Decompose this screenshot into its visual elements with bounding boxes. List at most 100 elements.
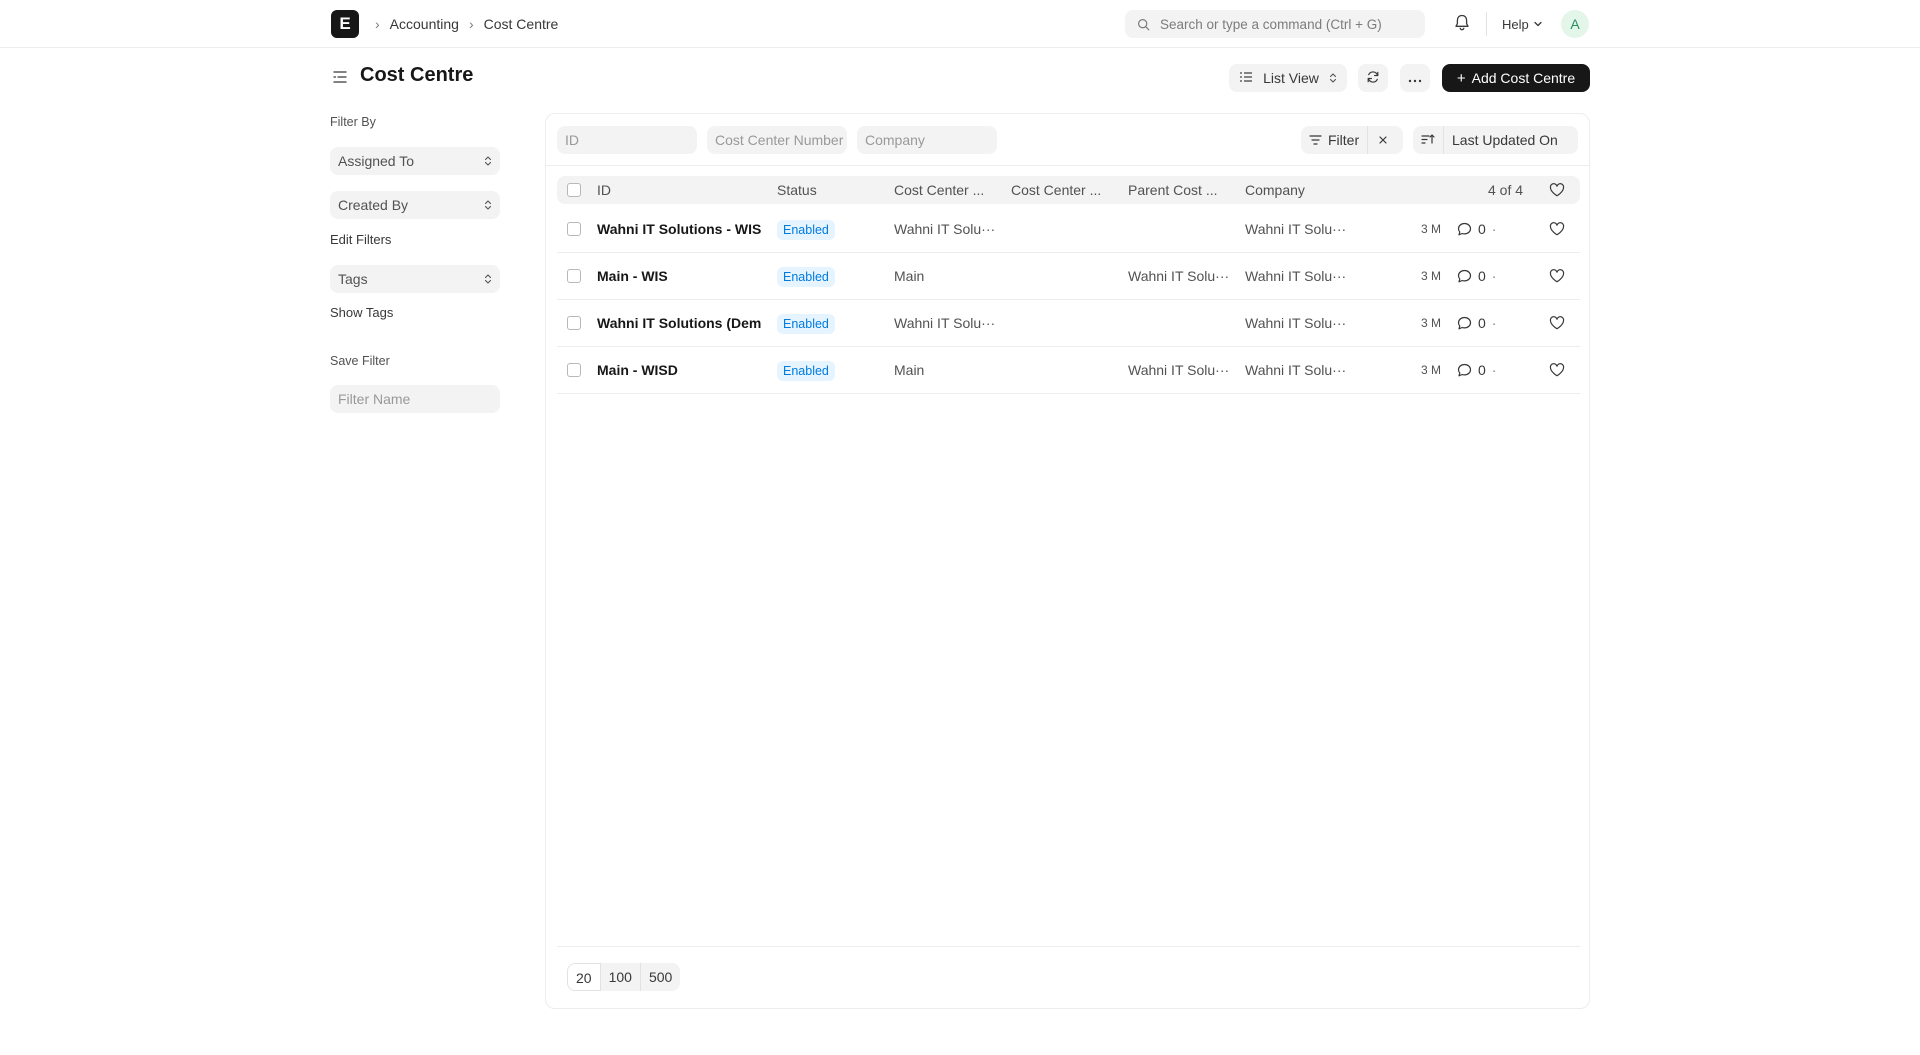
row-id[interactable]: Wahni IT Solutions (Demo) (597, 300, 762, 346)
bell-icon[interactable] (1454, 14, 1470, 35)
refresh-icon (1366, 70, 1380, 87)
parent-cost-center-cell: Wahni IT Solu··· (1128, 268, 1230, 284)
parent-cost-center-cell (1128, 300, 1233, 346)
help-dropdown[interactable]: Help (1502, 0, 1543, 48)
heart-icon[interactable] (1549, 183, 1565, 197)
created-by-filter[interactable]: Created By (330, 191, 500, 219)
dot-separator: · (1491, 268, 1497, 284)
dot-separator: · (1491, 362, 1497, 378)
comment-count[interactable]: 0 · (1457, 206, 1496, 252)
comment-count-value: 0 (1478, 362, 1486, 378)
list-view-selector[interactable]: List View (1229, 64, 1347, 92)
chevron-down-icon (1533, 19, 1543, 29)
filter-name-input[interactable]: Filter Name (330, 385, 500, 413)
select-arrows-icon (484, 155, 492, 167)
filter-button[interactable]: Filter (1301, 126, 1367, 154)
filter-button-group: Filter (1301, 126, 1403, 154)
row-checkbox[interactable] (567, 269, 581, 283)
table-row[interactable]: Main - WISD Enabled Main Wahni IT Solu··… (557, 347, 1580, 394)
company-cell: Wahni IT Solu··· (1245, 315, 1347, 331)
close-icon (1378, 132, 1388, 148)
comment-count[interactable]: 0 · (1457, 300, 1496, 346)
parent-cost-center-cell: Wahni IT Solu··· (1128, 362, 1230, 378)
table-row[interactable]: Wahni IT Solutions - WIS Enabled Wahni I… (557, 206, 1580, 253)
cost-center-name-cell: Main (894, 362, 925, 378)
table-row[interactable]: Main - WIS Enabled Main Wahni IT Solu···… (557, 253, 1580, 300)
modified-time: 3 M (1421, 363, 1442, 377)
select-all-checkbox[interactable] (567, 183, 581, 197)
status-cell: Enabled (777, 253, 835, 299)
filter-by-label: Filter By (330, 115, 376, 129)
cost-center-number-filter-input[interactable]: Cost Center Number (707, 126, 847, 154)
avatar[interactable]: A (1561, 10, 1589, 38)
record-count: 4 of 4 (1488, 182, 1524, 198)
search-icon (1137, 18, 1150, 31)
parent-cost-center-cell (1128, 206, 1233, 252)
menu-icon[interactable] (332, 69, 348, 88)
filter-icon (1309, 132, 1322, 148)
row-checkbox[interactable] (567, 222, 581, 236)
heart-icon[interactable] (1549, 222, 1565, 236)
company-filter-input[interactable]: Company (857, 126, 997, 154)
navbar: E › Accounting › Cost Centre Search or t… (0, 0, 1920, 48)
row-id[interactable]: Main - WIS (597, 253, 762, 299)
status-cell: Enabled (777, 300, 835, 346)
select-arrows-icon (484, 199, 492, 211)
chevron-right-icon: › (468, 16, 474, 32)
clear-filter-button[interactable] (1368, 126, 1398, 154)
sort-direction-button[interactable] (1413, 126, 1443, 154)
tags-filter[interactable]: Tags (330, 265, 500, 293)
company-cell: Wahni IT Solu··· (1245, 362, 1347, 378)
breadcrumb: › Accounting › Cost Centre (370, 0, 558, 48)
add-cost-centre-label: Add Cost Centre (1471, 70, 1576, 86)
cost-center-name-cell: Wahni IT Solu··· (894, 315, 996, 331)
breadcrumb-cost-centre[interactable]: Cost Centre (484, 16, 559, 32)
row-id[interactable]: Main - WISD (597, 347, 762, 393)
row-checkbox[interactable] (567, 363, 581, 377)
company-cell: Wahni IT Solu··· (1245, 268, 1347, 284)
assigned-to-label: Assigned To (338, 153, 415, 169)
search-placeholder: Search or type a command (Ctrl + G) (1160, 16, 1382, 32)
row-checkbox[interactable] (567, 316, 581, 330)
id-filter-input[interactable]: ID (557, 126, 697, 154)
row-id[interactable]: Wahni IT Solutions - WIS (597, 206, 762, 252)
table-row[interactable]: Wahni IT Solutions (Demo) Enabled Wahni … (557, 300, 1580, 347)
add-cost-centre-button[interactable]: + Add Cost Centre (1442, 64, 1590, 92)
comment-count[interactable]: 0 · (1457, 347, 1496, 393)
column-header-id[interactable]: ID (597, 176, 611, 204)
save-filter-label: Save Filter (330, 354, 390, 368)
edit-filters-link[interactable]: Edit Filters (330, 232, 391, 247)
page-title: Cost Centre (360, 64, 474, 86)
show-tags-link[interactable]: Show Tags (330, 305, 393, 320)
cost-center-name-cell: Main (894, 268, 925, 284)
column-header-company[interactable]: Company (1245, 176, 1305, 204)
heart-icon[interactable] (1549, 316, 1565, 330)
page-size-20[interactable]: 20 (567, 963, 601, 991)
dot-separator: · (1491, 315, 1497, 331)
column-header-parent-cost-center[interactable]: Parent Cost ... (1128, 176, 1217, 204)
column-header-status[interactable]: Status (777, 176, 817, 204)
heart-icon[interactable] (1549, 363, 1565, 377)
sort-field-button[interactable]: Last Updated On (1444, 132, 1566, 148)
app-logo[interactable]: E (331, 10, 359, 38)
created-by-label: Created By (338, 197, 409, 213)
dot-separator: · (1491, 221, 1497, 237)
list-icon (1239, 70, 1253, 87)
comment-icon (1457, 316, 1472, 331)
more-actions-button[interactable] (1400, 64, 1430, 92)
refresh-button[interactable] (1358, 64, 1388, 92)
heart-icon[interactable] (1549, 269, 1565, 283)
page-size-500[interactable]: 500 (641, 963, 680, 991)
filter-bar: ID Cost Center Number Company Filter Las… (546, 114, 1589, 166)
comment-count-value: 0 (1478, 268, 1486, 284)
column-header-cost-center-number[interactable]: Cost Center ... (1011, 176, 1101, 204)
plus-icon: + (1456, 69, 1466, 87)
breadcrumb-accounting[interactable]: Accounting (390, 16, 459, 32)
select-arrows-icon (484, 273, 492, 285)
comment-count[interactable]: 0 · (1457, 253, 1496, 299)
assigned-to-filter[interactable]: Assigned To (330, 147, 500, 175)
search-input[interactable]: Search or type a command (Ctrl + G) (1125, 10, 1425, 38)
filter-label: Filter (1328, 132, 1360, 148)
column-header-cost-center-name[interactable]: Cost Center ... (894, 176, 984, 204)
page-size-100[interactable]: 100 (601, 963, 641, 991)
